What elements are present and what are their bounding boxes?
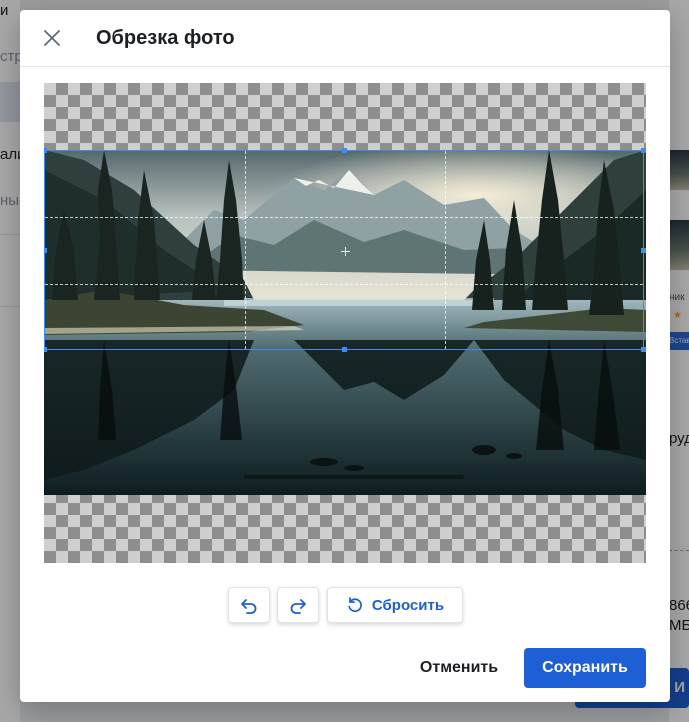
- crop-handle-bottom[interactable]: [342, 347, 347, 352]
- close-icon[interactable]: [40, 26, 64, 50]
- save-button[interactable]: Сохранить: [524, 648, 646, 688]
- crop-handle-bottom-left[interactable]: [44, 347, 47, 352]
- modal-header: Обрезка фото: [20, 10, 670, 67]
- crop-handle-right[interactable]: [641, 248, 646, 253]
- crop-canvas[interactable]: [44, 83, 646, 563]
- crop-grid-line: [45, 217, 643, 218]
- crop-photo-modal: Обрезка фото Сбросить Отменить Сохранить: [20, 10, 670, 702]
- modal-title: Обрезка фото: [96, 27, 235, 49]
- redo-icon: [290, 599, 306, 614]
- reset-label: Сбросить: [371, 596, 445, 614]
- rotate-ccw-icon: [348, 597, 362, 613]
- crop-grid-line: [245, 151, 246, 349]
- crop-handle-left[interactable]: [44, 248, 47, 253]
- undo-button[interactable]: [228, 587, 270, 623]
- crop-handle-top-right[interactable]: [641, 148, 646, 153]
- crop-handle-bottom-right[interactable]: [641, 347, 646, 352]
- redo-button[interactable]: [277, 587, 319, 623]
- crop-handle-top-left[interactable]: [44, 148, 47, 153]
- crosshair-icon: [341, 247, 350, 256]
- cancel-button[interactable]: Отменить: [404, 648, 514, 688]
- crop-handle-top[interactable]: [342, 148, 347, 153]
- crop-selection[interactable]: [44, 148, 646, 352]
- crop-grid-line: [445, 151, 446, 349]
- undo-icon: [241, 599, 257, 614]
- crop-grid-line: [45, 284, 643, 285]
- reset-button[interactable]: Сбросить: [327, 587, 463, 623]
